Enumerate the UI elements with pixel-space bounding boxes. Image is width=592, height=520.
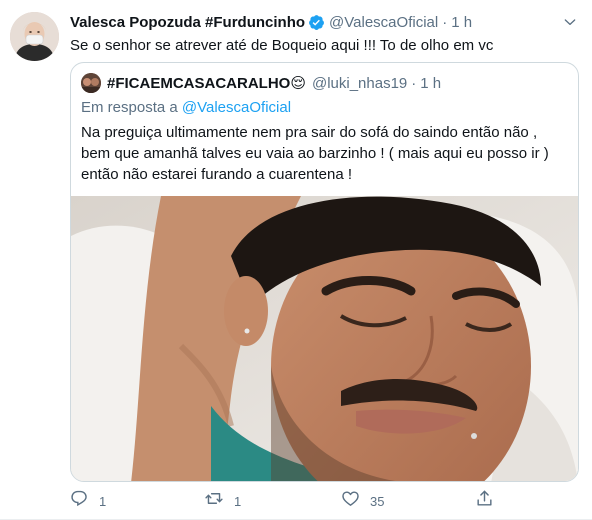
tweet[interactable]: Valesca Popozuda #Furduncinho @ValescaOf… [0, 0, 592, 520]
quoted-separator-dot: · [411, 74, 417, 92]
tweet-text: Se o senhor se atrever até de Boqueio aq… [70, 37, 494, 54]
reply-context: Em resposta a @ValescaOficial [81, 99, 291, 116]
tweet-actions: 1 1 35 [70, 488, 510, 514]
timestamp[interactable]: 1 h [451, 14, 472, 31]
tweet-header: Valesca Popozuda #Furduncinho @ValescaOf… [70, 12, 552, 32]
quoted-tweet[interactable]: #FICAEMCASACARALHO 😌 @luki_nhas19 · 1 h … [70, 62, 579, 482]
quoted-text-line: Na preguiça ultimamente nem pra sair do … [81, 124, 538, 141]
quoted-avatar [81, 73, 101, 93]
display-name[interactable]: Valesca Popozuda #Furduncinho [70, 14, 305, 31]
retweet-icon [204, 489, 224, 513]
relieved-face-emoji-icon: 😌 [290, 75, 306, 92]
quoted-display-name: #FICAEMCASACARALHO [107, 74, 291, 92]
avatar[interactable] [10, 12, 59, 61]
quoted-photo[interactable] [71, 196, 578, 481]
retweet-count: 1 [234, 493, 242, 509]
like-button[interactable]: 35 [341, 488, 384, 514]
reply-prefix: Em resposta a [81, 99, 178, 116]
reply-button[interactable]: 1 [70, 488, 106, 514]
like-count: 35 [370, 493, 385, 509]
quoted-timestamp: 1 h [420, 74, 442, 92]
reply-handle-link[interactable]: @ValescaOficial [182, 99, 291, 116]
quoted-handle: @luki_nhas19 [311, 74, 408, 92]
separator-dot: · [442, 13, 448, 31]
share-button[interactable] [475, 488, 494, 514]
reply-icon [70, 489, 89, 513]
quoted-header: #FICAEMCASACARALHO 😌 @luki_nhas19 · 1 h [81, 73, 568, 93]
verified-badge-icon [308, 14, 325, 31]
selfie-photo-image [71, 196, 578, 481]
avatar-image [10, 12, 59, 61]
retweet-button[interactable]: 1 [204, 488, 241, 514]
more-options-icon[interactable] [560, 12, 580, 32]
handle[interactable]: @ValescaOficial [329, 14, 438, 31]
quoted-text-line: bem que amanhã talves eu vaia ao barzinh… [81, 145, 549, 162]
quoted-text: Na preguiça ultimamente nem pra sair do … [81, 122, 570, 185]
share-icon [475, 489, 494, 513]
heart-icon [341, 489, 360, 513]
reply-count: 1 [99, 493, 107, 509]
quoted-text-line: então não estarei furando a cuarentena ! [81, 166, 353, 183]
